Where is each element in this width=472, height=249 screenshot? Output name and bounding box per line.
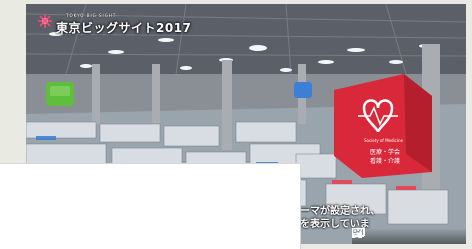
blank-popup-panel [0,163,301,249]
overlay-subtitle: TOKYO BIG SIGHT [66,13,117,18]
sign-jp2: 看護・介護 [370,157,400,165]
caption-line-1: ーマが設定され、 [300,206,381,217]
sign-jp1: 医療・学会 [370,148,400,156]
page-frame: Society of Medicine 医療・学会 看護・介護 TOKYO BI [0,0,472,249]
player-controls [352,228,466,244]
channel-logo-icon [38,14,52,28]
overlay-title: 東京ビッグサイト2017 [56,21,192,35]
sign-en: Society of Medicine [364,138,404,143]
